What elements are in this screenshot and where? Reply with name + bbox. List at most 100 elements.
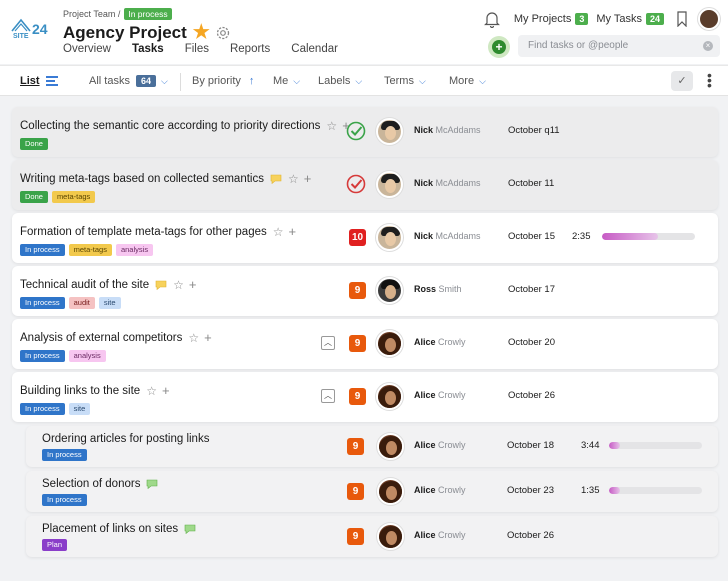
subtask-row[interactable]: Placement of links on sites Plan 9 Alice… — [26, 516, 718, 557]
priority-badge[interactable]: 10 — [349, 229, 366, 246]
priority-badge[interactable]: 9 — [349, 335, 366, 352]
terms-filter[interactable]: Terms ⌵ — [384, 75, 426, 87]
tag-in-process[interactable]: In process — [20, 403, 65, 415]
tag-analysis[interactable]: analysis — [115, 244, 154, 256]
tag-in-process[interactable]: In process — [20, 350, 65, 362]
tab-reports[interactable]: Reports — [230, 43, 270, 61]
subtask-row[interactable]: Ordering articles for posting links In p… — [26, 426, 718, 467]
tag-in-process[interactable]: In process — [42, 494, 87, 506]
assignee[interactable]: Nick McAddams — [414, 178, 481, 188]
task-row[interactable]: Building links to the site ☆ + In proces… — [12, 372, 718, 422]
due-date[interactable]: October 26 — [507, 530, 554, 541]
tag-analysis[interactable]: analysis — [68, 350, 106, 362]
check-red-icon[interactable] — [346, 174, 366, 194]
star-icon[interactable]: ☆ — [288, 172, 299, 186]
site24-logo[interactable]: SITE 24 — [10, 17, 50, 39]
avatar[interactable] — [376, 330, 403, 357]
labels-filter[interactable]: Labels ⌵ — [318, 75, 362, 87]
comment-yellow-icon[interactable] — [155, 280, 167, 290]
user-avatar[interactable] — [698, 8, 720, 30]
task-row[interactable]: Formation of template meta-tags for othe… — [12, 213, 718, 263]
star-icon[interactable]: ☆ — [146, 384, 157, 398]
task-row[interactable]: Writing meta-tags based on collected sem… — [12, 160, 718, 210]
search-input[interactable]: Find tasks or @people × — [518, 35, 720, 57]
my-tasks-link[interactable]: My Tasks 24 — [596, 13, 664, 25]
tag-site[interactable]: site — [68, 403, 91, 415]
assignee[interactable]: Alice Crowly — [414, 530, 466, 540]
assignee[interactable]: Alice Crowly — [414, 390, 466, 400]
tag-done[interactable]: Done — [20, 191, 48, 203]
avatar[interactable] — [377, 433, 404, 460]
priority-badge[interactable]: 9 — [349, 282, 366, 299]
tag-in-process[interactable]: In process — [42, 449, 87, 461]
due-date[interactable]: October 11 — [508, 178, 554, 189]
bookmark-icon[interactable] — [676, 11, 688, 27]
plus-icon[interactable]: + — [162, 383, 170, 398]
breadcrumb-parent[interactable]: Project Team / — [63, 9, 120, 19]
due-date[interactable]: October 20 — [508, 337, 555, 348]
task-title[interactable]: Selection of donors — [42, 478, 158, 490]
plus-icon[interactable]: + — [189, 277, 197, 292]
comment-yellow-icon[interactable] — [270, 174, 282, 184]
due-date[interactable]: October 17 — [508, 284, 555, 295]
due-date[interactable]: October q11 — [508, 125, 560, 136]
avatar[interactable] — [376, 383, 403, 410]
tag-in-process[interactable]: In process — [20, 297, 65, 309]
star-icon[interactable]: ☆ — [273, 225, 284, 239]
priority-badge[interactable]: 9 — [349, 388, 366, 405]
all-tasks-filter[interactable]: All tasks 64 ⌵ — [89, 75, 168, 87]
clear-search-icon[interactable]: × — [703, 41, 713, 51]
tag-audit[interactable]: audit — [68, 297, 95, 309]
due-date[interactable]: October 18 — [507, 440, 554, 451]
more-filter[interactable]: More ⌵ — [449, 75, 486, 87]
bell-icon[interactable] — [483, 10, 500, 28]
task-title[interactable]: Building links to the site ☆ + — [20, 383, 170, 398]
tab-overview[interactable]: Overview — [63, 43, 111, 61]
check-green-icon[interactable] — [346, 121, 366, 141]
tag-site[interactable]: site — [98, 297, 121, 309]
task-title[interactable]: Formation of template meta-tags for othe… — [20, 224, 296, 239]
sort-by-priority[interactable]: By priority ↑ — [192, 75, 254, 87]
me-filter[interactable]: Me ⌵ — [273, 75, 300, 87]
avatar[interactable] — [376, 224, 403, 251]
due-date[interactable]: October 26 — [508, 390, 555, 401]
tab-calendar[interactable]: Calendar — [291, 43, 338, 61]
avatar[interactable] — [376, 118, 403, 145]
avatar[interactable] — [377, 523, 404, 550]
assignee[interactable]: Alice Crowly — [414, 485, 466, 495]
assignee[interactable]: Nick McAddams — [414, 231, 481, 241]
task-row[interactable]: Analysis of external competitors ☆ + In … — [12, 319, 718, 369]
my-projects-link[interactable]: My Projects 3 — [514, 13, 589, 25]
collapse-subtasks-icon[interactable]: ︿ — [321, 336, 335, 350]
task-title[interactable]: Ordering articles for posting links — [42, 433, 209, 445]
tag-meta-tags[interactable]: meta-tags — [68, 244, 112, 256]
tab-files[interactable]: Files — [185, 43, 209, 61]
tag-done[interactable]: Done — [20, 138, 48, 150]
plus-icon[interactable]: + — [289, 224, 297, 239]
task-title[interactable]: Analysis of external competitors ☆ + — [20, 330, 212, 345]
comment-green-icon[interactable] — [184, 524, 196, 534]
assignee[interactable]: Ross Smith — [414, 284, 462, 294]
avatar[interactable] — [376, 277, 403, 304]
due-date[interactable]: October 23 — [507, 485, 554, 496]
task-title[interactable]: Collecting the semantic core according t… — [20, 118, 350, 133]
task-row[interactable]: Collecting the semantic core according t… — [12, 107, 718, 157]
priority-badge[interactable]: 9 — [347, 528, 364, 545]
star-icon[interactable]: ☆ — [326, 119, 337, 133]
collapse-subtasks-icon[interactable]: ︿ — [321, 389, 335, 403]
star-icon[interactable]: ☆ — [188, 331, 199, 345]
task-title[interactable]: Placement of links on sites — [42, 523, 196, 535]
assignee[interactable]: Alice Crowly — [414, 337, 466, 347]
plus-icon[interactable]: + — [304, 171, 312, 186]
assignee[interactable]: Alice Crowly — [414, 440, 466, 450]
priority-badge[interactable]: 9 — [347, 483, 364, 500]
due-date[interactable]: October 15 — [508, 231, 555, 242]
plus-icon[interactable]: + — [204, 330, 212, 345]
more-options-icon[interactable]: • • • — [707, 68, 712, 92]
subtask-row[interactable]: Selection of donors In process 9 Alice C… — [26, 471, 718, 512]
favorite-star-icon[interactable]: ★ — [193, 21, 210, 44]
add-task-button[interactable]: + — [488, 36, 510, 58]
list-view-toggle[interactable]: List — [20, 75, 58, 87]
select-all-checkbox[interactable]: ✓ — [671, 71, 693, 91]
comment-green-icon[interactable] — [146, 479, 158, 489]
